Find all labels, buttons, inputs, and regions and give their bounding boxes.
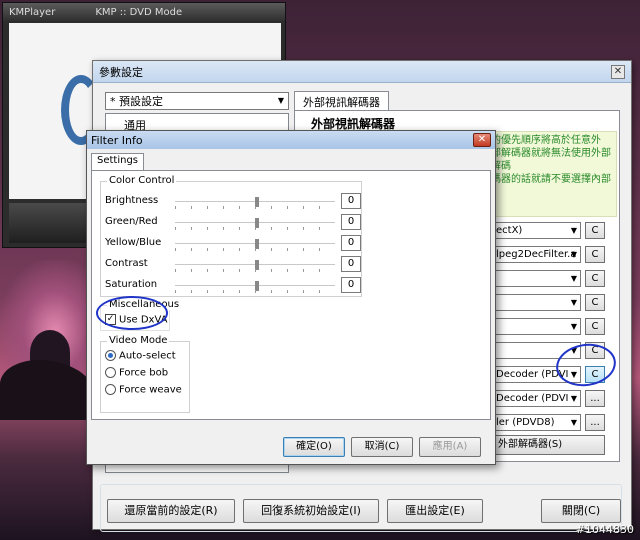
preferences-titlebar[interactable]: 參數設定 ✕ — [93, 61, 631, 83]
contrast-value: 0 — [341, 256, 361, 272]
slider-row-contrast: Contrast 0 — [101, 255, 361, 275]
radio-icon[interactable] — [105, 367, 116, 378]
saturation-slider[interactable] — [175, 281, 335, 291]
slider-row-saturation: Saturation 0 — [101, 276, 361, 296]
ok-button[interactable]: 確定(O) — [283, 437, 345, 457]
radio-icon[interactable] — [105, 384, 116, 395]
chevron-down-icon: ▼ — [570, 394, 577, 403]
kmplayer-title: KMP :: DVD Mode — [95, 6, 183, 18]
radio-auto-select[interactable]: Auto-select — [105, 350, 176, 362]
decoder-select-4[interactable]: ▼ — [491, 294, 581, 311]
yellow-blue-label: Yellow/Blue — [105, 237, 162, 248]
tab-external-decoder[interactable]: 外部視訊解碼器 — [294, 91, 389, 111]
green-red-value: 0 — [341, 214, 361, 230]
slider-row-yellow-blue: Yellow/Blue 0 — [101, 234, 361, 254]
decoder-config-button-1[interactable]: C — [585, 222, 605, 239]
decoder-config-button-3[interactable]: C — [585, 270, 605, 287]
brightness-label: Brightness — [105, 195, 159, 206]
chevron-down-icon: ▼ — [570, 274, 577, 283]
kmplayer-app-name: KMPlayer — [9, 6, 56, 18]
annotation-circle-dxva — [96, 296, 168, 330]
radio-icon[interactable] — [105, 350, 116, 361]
preferences-footer: 還原當前的設定(R) 回復系統初始設定(I) 匯出設定(E) 關閉(C) — [93, 477, 631, 532]
contrast-label: Contrast — [105, 258, 148, 269]
green-red-label: Green/Red — [105, 216, 158, 227]
slider-row-green-red: Green/Red 0 — [101, 213, 361, 233]
decoder-select-2[interactable]: lpeg2DecFilter.a ▼ — [491, 246, 581, 263]
decoder-select-1[interactable]: ectX) ▼ — [491, 222, 581, 239]
chevron-down-icon: ▼ — [570, 322, 577, 331]
yellow-blue-slider[interactable] — [175, 239, 335, 249]
video-mode-label: Video Mode — [107, 335, 170, 346]
yellow-blue-value: 0 — [341, 235, 361, 251]
color-control-label: Color Control — [107, 175, 177, 186]
green-red-slider[interactable] — [175, 218, 335, 228]
slider-ticks — [175, 269, 335, 272]
chevron-down-icon: ▼ — [277, 96, 284, 105]
brightness-slider[interactable] — [175, 197, 335, 207]
settings-panel: Color Control Brightness 0 Green/Red 0 Y… — [91, 170, 491, 420]
color-control-group: Color Control Brightness 0 Green/Red 0 Y… — [100, 175, 362, 297]
decoder-config-button-2[interactable]: C — [585, 246, 605, 263]
filter-info-titlebar[interactable]: Filter Info ✕ — [87, 131, 495, 149]
decoder-config-button-5[interactable]: C — [585, 318, 605, 335]
slider-ticks — [175, 290, 335, 293]
radio-force-weave[interactable]: Force weave — [105, 384, 182, 396]
filter-info-title: Filter Info — [91, 133, 143, 147]
decoder-select-3[interactable]: ▼ — [491, 270, 581, 287]
external-decoder-button[interactable]: 外部解碼器(S) — [493, 435, 605, 455]
decoder-browse-button-8[interactable]: ... — [585, 390, 605, 407]
saturation-value: 0 — [341, 277, 361, 293]
chevron-down-icon: ▼ — [570, 250, 577, 259]
decoder-browse-button-9[interactable]: ... — [585, 414, 605, 431]
chevron-down-icon: ▼ — [570, 226, 577, 235]
slider-ticks — [175, 227, 335, 230]
description-text: 的優先順序將高於任意外 部解碼器就將無法使用外部解碼 碼器的話就請不要選擇內部 — [486, 131, 617, 217]
preset-select[interactable]: * 預設設定 ▼ — [105, 92, 289, 110]
decoder-select-8[interactable]: Decoder (PDVI ▼ — [491, 390, 581, 407]
preset-value: * 預設設定 — [110, 95, 163, 108]
decoder-select-9[interactable]: ler (PDVD8) ▼ — [491, 414, 581, 431]
decoder-config-button-4[interactable]: C — [585, 294, 605, 311]
brightness-value: 0 — [341, 193, 361, 209]
reset-defaults-button[interactable]: 回復系統初始設定(I) — [243, 499, 379, 523]
chevron-down-icon: ▼ — [570, 418, 577, 427]
slider-row-brightness: Brightness 0 — [101, 192, 361, 212]
contrast-slider[interactable] — [175, 260, 335, 270]
decoder-select-5[interactable]: ▼ — [491, 318, 581, 335]
export-settings-button[interactable]: 匯出設定(E) — [387, 499, 483, 523]
tab-settings[interactable]: Settings — [91, 153, 145, 171]
watermark-text: #1044830 — [575, 523, 634, 536]
close-button[interactable]: 關閉(C) — [541, 499, 621, 523]
chevron-down-icon: ▼ — [570, 298, 577, 307]
close-icon[interactable]: ✕ — [473, 133, 491, 147]
saturation-label: Saturation — [105, 279, 158, 290]
slider-ticks — [175, 248, 335, 251]
preferences-title: 參數設定 — [99, 65, 143, 79]
close-icon[interactable]: ✕ — [611, 64, 625, 79]
restore-settings-button[interactable]: 還原當前的設定(R) — [107, 499, 235, 523]
slider-ticks — [175, 206, 335, 209]
cancel-button[interactable]: 取消(C) — [351, 437, 413, 457]
radio-force-bob[interactable]: Force bob — [105, 367, 168, 379]
video-mode-group: Video Mode Auto-select Force bob Force w… — [100, 335, 190, 413]
apply-button[interactable]: 應用(A) — [419, 437, 481, 457]
kmplayer-titlebar[interactable]: KMPlayer KMP :: DVD Mode — [3, 3, 285, 21]
